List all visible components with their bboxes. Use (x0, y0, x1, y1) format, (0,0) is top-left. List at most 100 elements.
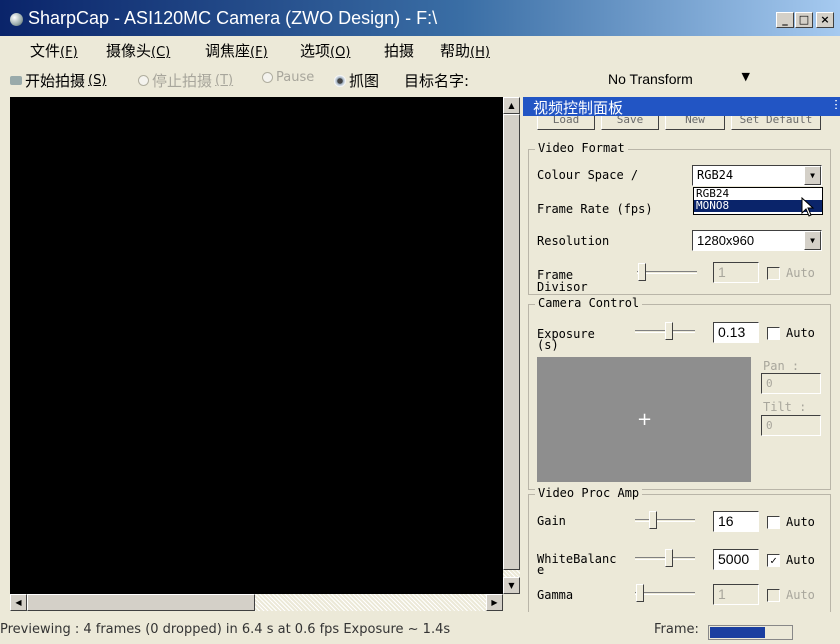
resolution-label: Resolution (537, 234, 610, 248)
status-bar: Previewing : 4 frames (0 dropped) in 6.4… (0, 612, 840, 644)
gain-slider[interactable] (635, 510, 695, 530)
camera-icon (10, 76, 22, 85)
checkbox-label: Auto (786, 588, 815, 602)
stop-capture-accel: (T) (215, 73, 234, 88)
menu-focuser[interactable]: 调焦座(F) (205, 40, 268, 61)
exposure-slider[interactable] (635, 321, 695, 341)
gain-auto-checkbox[interactable]: Auto (767, 515, 815, 529)
checkbox-box[interactable] (767, 266, 780, 280)
target-name-input[interactable] (488, 68, 594, 90)
minimize-button[interactable]: _ (776, 12, 794, 28)
pan-tilt-area[interactable]: + (537, 357, 751, 482)
menu-label: 拍摄 (384, 42, 415, 60)
slider-thumb[interactable] (636, 584, 644, 602)
scroll-up-button[interactable]: ▲ (503, 97, 520, 114)
checkbox-label: Auto (786, 266, 815, 280)
slider-thumb[interactable] (665, 322, 673, 340)
checkbox-label: Auto (786, 515, 815, 529)
start-capture-accel: (S) (88, 73, 107, 88)
frame-label: Frame: (654, 622, 699, 637)
menu-options[interactable]: 选项(O) (300, 40, 350, 61)
white-balance-field[interactable]: 5000 (713, 549, 759, 570)
target-name-label: 目标名字: (404, 72, 470, 90)
menu-bar: 文件(F) 摄像头(C) 调焦座(F) 选项(O) 拍摄 帮助(H) (0, 36, 840, 64)
video-control-panel: Load Save New Set Default 视频控制面板 ⵗ Video… (523, 97, 840, 612)
menu-label: 摄像头 (106, 42, 152, 60)
white-balance-auto-checkbox[interactable]: ✓ Auto (767, 553, 815, 567)
chevron-down-icon[interactable]: ▼ (804, 231, 821, 250)
camera-preview[interactable] (10, 97, 503, 594)
exposure-field[interactable]: 0.13 (713, 322, 759, 343)
menu-help[interactable]: 帮助(H) (440, 40, 490, 61)
pin-icon[interactable]: ⵗ (834, 98, 838, 112)
pause-label: Pause (276, 70, 315, 85)
stop-capture-button[interactable]: 停止拍摄 (T) (138, 70, 233, 91)
slider-thumb[interactable] (665, 549, 673, 567)
snapshot-icon (334, 74, 346, 87)
gamma-auto-checkbox[interactable]: Auto (767, 588, 815, 602)
gain-field[interactable]: 16 (713, 511, 759, 532)
vertical-scroll-thumb[interactable] (503, 114, 520, 570)
menu-label: 调焦座 (205, 42, 251, 60)
exposure-label-2: (s) (537, 338, 559, 352)
pan-label: Pan : (763, 359, 800, 373)
chevron-down-icon: ▼ (741, 70, 750, 83)
window-title: SharpCap - ASI120MC Camera (ZWO Design) … (28, 8, 438, 28)
resolution-select[interactable]: 1280x960 ▼ (692, 230, 822, 251)
exposure-auto-checkbox[interactable]: Auto (767, 326, 815, 340)
pan-field[interactable]: 0 (761, 373, 821, 394)
start-capture-button[interactable]: 开始拍摄 (S) (10, 70, 106, 91)
maximize-button[interactable]: □ (795, 12, 813, 28)
slider-thumb[interactable] (638, 263, 646, 281)
crosshair-icon: + (637, 409, 653, 430)
gamma-field[interactable]: 1 (713, 584, 759, 605)
menu-camera[interactable]: 摄像头(C) (106, 40, 170, 61)
close-button[interactable]: × (816, 12, 834, 28)
frame-divisor-label-2: Divisor (537, 280, 588, 294)
snapshot-label: 抓图 (349, 72, 380, 90)
scroll-right-button[interactable]: ▶ (486, 594, 503, 611)
slider-thumb[interactable] (649, 511, 657, 529)
gamma-slider[interactable] (635, 583, 695, 603)
checkbox-box[interactable]: ✓ (767, 553, 780, 567)
white-balance-slider[interactable] (635, 548, 695, 568)
checkbox-box[interactable] (767, 515, 780, 529)
transform-select[interactable]: No Transform ▼ (596, 68, 756, 92)
group-title: Video Format (535, 141, 628, 155)
panel-title-bar: 视频控制面板 ⵗ (523, 97, 840, 117)
frame-progress-fill (710, 627, 765, 638)
title-bar: SharpCap - ASI120MC Camera (ZWO Design) … (0, 0, 840, 36)
frame-divisor-auto-checkbox[interactable]: Auto (767, 266, 815, 280)
frame-divisor-slider[interactable] (637, 262, 697, 282)
menu-capture[interactable]: 拍摄 (384, 40, 414, 61)
colour-space-select[interactable]: RGB24 ▼ (692, 165, 822, 186)
pause-button[interactable]: Pause (262, 70, 314, 85)
colour-space-label: Colour Space / (537, 168, 639, 182)
menu-accel: (H) (470, 45, 490, 60)
menu-label: 文件 (30, 42, 61, 60)
gain-label: Gain (537, 514, 566, 528)
menu-accel: (F) (250, 45, 268, 60)
snapshot-button[interactable]: 抓图 (334, 70, 379, 91)
scroll-down-button[interactable]: ▼ (503, 577, 520, 594)
transform-value: No Transform (608, 71, 693, 87)
menu-file[interactable]: 文件(F) (30, 40, 78, 61)
tilt-label: Tilt : (763, 400, 807, 414)
scroll-left-button[interactable]: ◀ (10, 594, 27, 611)
group-title: Video Proc Amp (535, 486, 643, 500)
checkbox-label: Auto (786, 553, 815, 567)
chevron-down-icon[interactable]: ▼ (804, 166, 821, 185)
checkbox-box[interactable] (767, 326, 780, 340)
checkbox-box[interactable] (767, 588, 780, 602)
horizontal-scroll-thumb[interactable] (27, 594, 255, 611)
tilt-field[interactable]: 0 (761, 415, 821, 436)
menu-label: 帮助 (440, 42, 471, 60)
slider-track (635, 519, 695, 522)
menu-accel: (C) (151, 45, 171, 60)
menu-label: 选项 (300, 42, 331, 60)
frame-rate-label: Frame Rate (fps) (537, 202, 653, 216)
frame-divisor-field[interactable]: 1 (713, 262, 759, 283)
resolution-value: 1280x960 (697, 233, 755, 248)
mouse-cursor-icon (801, 197, 815, 217)
slider-track (637, 271, 697, 274)
